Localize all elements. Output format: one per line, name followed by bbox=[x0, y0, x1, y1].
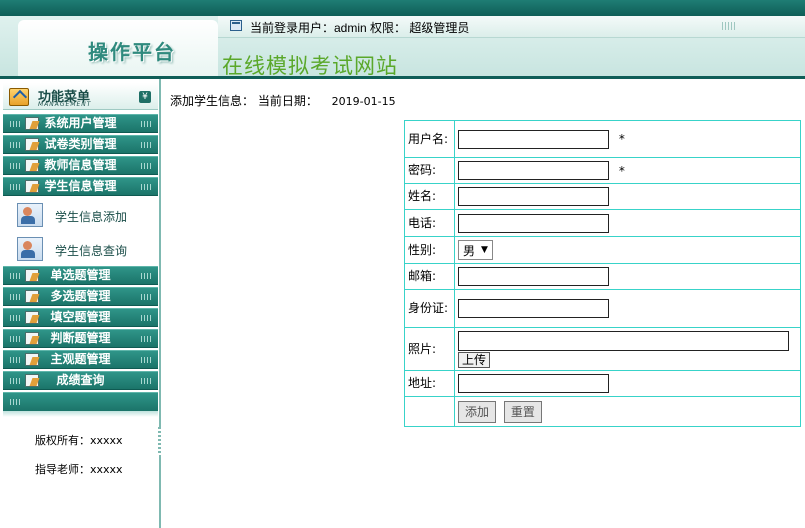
login-info: 当前登录用户：admin 权限： 超级管理员 bbox=[250, 21, 470, 35]
menu-label: 系统用户管理 bbox=[44, 116, 117, 130]
stripes-icon bbox=[141, 121, 153, 127]
menu-fill-blank[interactable]: 填空题管理 bbox=[3, 308, 158, 327]
collapse-icon[interactable]: ¥ bbox=[139, 91, 151, 103]
address-input[interactable] bbox=[458, 374, 609, 393]
menu-exam-categories[interactable]: 试卷类别管理 bbox=[3, 135, 158, 154]
sub-item-student-add[interactable]: 学生信息添加 bbox=[3, 198, 158, 232]
stripes-icon bbox=[141, 163, 153, 169]
menu-label: 教师信息管理 bbox=[44, 158, 117, 172]
password-label: 密码: bbox=[404, 157, 455, 184]
empty-cell bbox=[404, 396, 455, 427]
stripes-icon bbox=[141, 273, 153, 279]
sidebar: 功能菜单 MANAGEMENT ¥ 系统用户管理 试卷类别管理 教师信息管理 学… bbox=[0, 79, 161, 528]
required-mark: * bbox=[618, 163, 625, 178]
menu-label: 试卷类别管理 bbox=[44, 137, 117, 151]
address-label: 地址: bbox=[404, 370, 455, 397]
menu-label: 学生信息管理 bbox=[44, 179, 117, 193]
copyright-text: 版权所有：xxxxx bbox=[35, 434, 123, 447]
upload-button[interactable]: 上传 bbox=[458, 351, 491, 368]
idcard-label: 身份证: bbox=[404, 289, 455, 328]
header: 当前登录用户：admin 权限： 超级管理员 操作平台 在线模拟考试网站 bbox=[0, 16, 805, 78]
phone-input[interactable] bbox=[458, 213, 609, 233]
menu-header: 功能菜单 MANAGEMENT ¥ bbox=[3, 83, 158, 110]
menu-system-users[interactable]: 系统用户管理 bbox=[3, 114, 158, 133]
user-card-icon bbox=[17, 237, 43, 261]
menu-label: 单选题管理 bbox=[50, 268, 111, 282]
email-label: 邮箱: bbox=[404, 263, 455, 290]
password-input[interactable] bbox=[458, 161, 609, 180]
menu-subtitle: MANAGEMENT bbox=[38, 101, 92, 108]
idcard-input[interactable] bbox=[458, 299, 609, 318]
platform-title: 操作平台 bbox=[88, 40, 176, 64]
stripes-icon bbox=[141, 357, 153, 363]
menu-students[interactable]: 学生信息管理 bbox=[3, 177, 158, 196]
photo-input[interactable] bbox=[458, 330, 789, 351]
dropdown-arrow-icon: ▼ bbox=[481, 245, 488, 255]
gender-select[interactable]: 男 ▼ bbox=[458, 240, 493, 260]
username-label: 用户名: bbox=[404, 120, 455, 158]
submit-button[interactable]: 添加 bbox=[458, 400, 497, 423]
menu-label: 成绩查询 bbox=[56, 373, 105, 387]
menu-label: 判断题管理 bbox=[50, 331, 111, 345]
required-mark: * bbox=[618, 132, 625, 146]
email-input[interactable] bbox=[458, 267, 609, 286]
menu-label: 填空题管理 bbox=[50, 310, 111, 324]
username-input[interactable] bbox=[458, 129, 609, 149]
page-title: 添加学生信息： 当前日期： bbox=[170, 94, 318, 108]
sub-item-label: 学生信息添加 bbox=[55, 210, 128, 224]
menu-subjective[interactable]: 主观题管理 bbox=[3, 350, 158, 369]
stripes-icon bbox=[10, 399, 22, 405]
stripes-icon bbox=[141, 184, 153, 190]
user-window-icon bbox=[230, 20, 242, 31]
home-icon bbox=[9, 88, 29, 106]
sub-item-label: 学生信息查询 bbox=[55, 244, 128, 258]
stripes-icon bbox=[141, 142, 153, 148]
breadcrumb: 添加学生信息： 当前日期： 2019-01-15 bbox=[170, 92, 396, 109]
stripes-icon bbox=[141, 336, 153, 342]
user-card-icon bbox=[17, 203, 43, 227]
menu-true-false[interactable]: 判断题管理 bbox=[3, 329, 158, 348]
teacher-text: 指导老师：xxxxx bbox=[35, 463, 123, 476]
name-input[interactable] bbox=[458, 187, 609, 206]
menu-teachers[interactable]: 教师信息管理 bbox=[3, 156, 158, 175]
photo-label: 照片: bbox=[404, 327, 455, 371]
gender-value: 男 bbox=[463, 243, 476, 258]
stripes-icon bbox=[141, 294, 153, 300]
student-form: 用户名: * 密码: * 姓名: 电话: 性别: 男 ▼ 邮箱: 身份证: 照片… bbox=[404, 120, 801, 427]
menu-label: 主观题管理 bbox=[50, 352, 111, 366]
menu-single-choice[interactable]: 单选题管理 bbox=[3, 266, 158, 285]
menu-label: 多选题管理 bbox=[50, 289, 111, 303]
top-bar bbox=[0, 0, 805, 16]
phone-label: 电话: bbox=[404, 209, 455, 237]
menu-footer-shadow bbox=[3, 411, 158, 417]
header-stripes bbox=[722, 22, 736, 30]
menu-scores[interactable]: 成绩查询 bbox=[3, 371, 158, 390]
gender-label: 性别: bbox=[404, 236, 455, 264]
name-label: 姓名: bbox=[404, 183, 455, 210]
current-date: 2019-01-15 bbox=[331, 95, 396, 108]
splitter-handle[interactable] bbox=[158, 427, 161, 455]
stripes-icon bbox=[141, 378, 153, 384]
reset-button[interactable]: 重置 bbox=[503, 400, 542, 423]
sub-item-student-query[interactable]: 学生信息查询 bbox=[3, 232, 158, 266]
stripes-icon bbox=[141, 315, 153, 321]
menu-multi-choice[interactable]: 多选题管理 bbox=[3, 287, 158, 306]
menu-footer bbox=[3, 392, 158, 411]
